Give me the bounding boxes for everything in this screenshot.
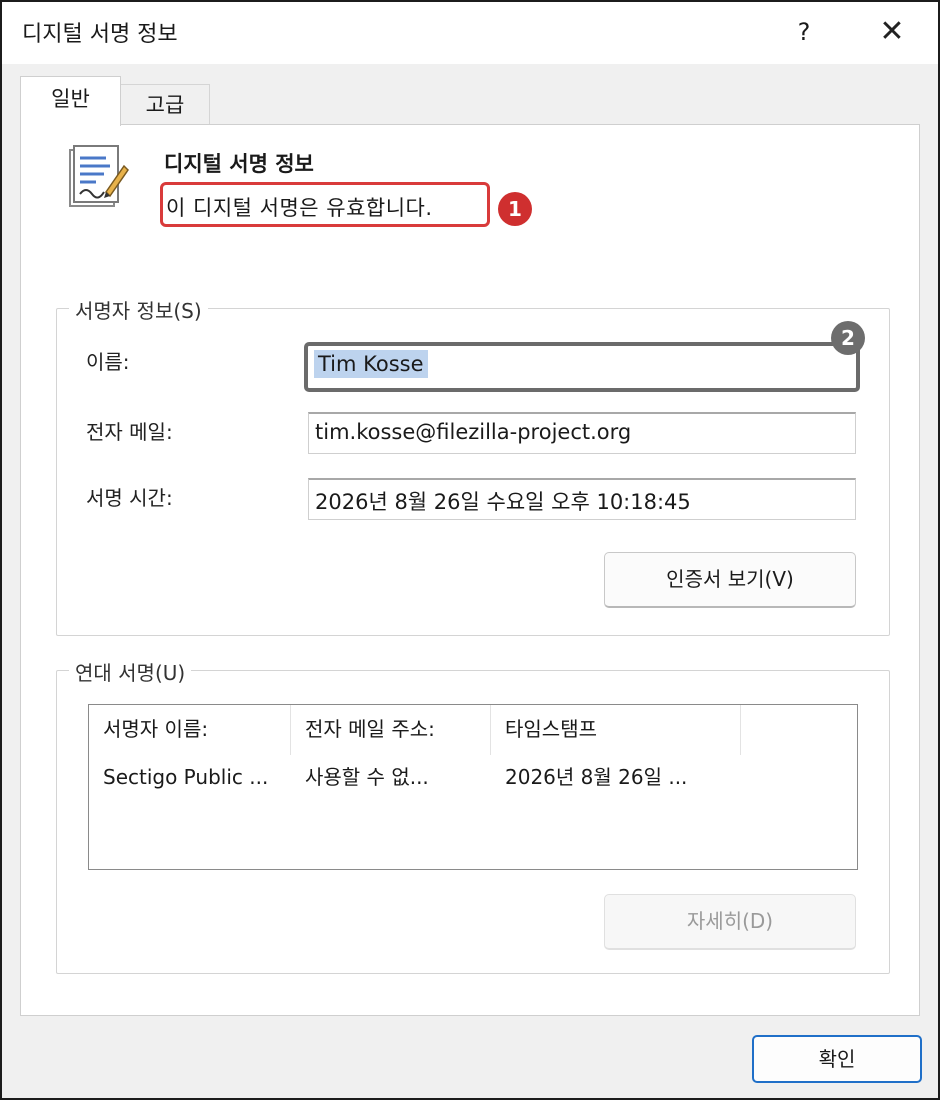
- help-button[interactable]: ?: [784, 10, 824, 54]
- list-header: 서명자 이름: 전자 메일 주소: 타임스탬프: [89, 705, 857, 755]
- close-button[interactable]: ✕: [868, 10, 916, 54]
- window-title: 디지털 서명 정보: [22, 22, 178, 47]
- title-bar: 디지털 서명 정보 ? ✕: [2, 2, 938, 64]
- cell-timestamp: 2026년 8월 26일 ...: [505, 765, 688, 789]
- annotation-badge-1: 1: [498, 192, 532, 226]
- column-header-signer-name[interactable]: 서명자 이름:: [89, 705, 291, 755]
- tab-general[interactable]: 일반: [20, 76, 121, 126]
- signing-time-label: 서명 시간:: [86, 486, 173, 510]
- name-label: 이름:: [86, 350, 130, 374]
- tab-advanced[interactable]: 고급: [120, 84, 210, 124]
- cell-email: 사용할 수 없...: [305, 765, 429, 789]
- status-highlight-box: [160, 182, 490, 227]
- countersignature-list[interactable]: 서명자 이름: 전자 메일 주소: 타임스탬프 Sectigo Public .…: [88, 704, 858, 870]
- email-field[interactable]: tim.kosse@filezilla-project.org: [308, 412, 856, 454]
- list-item[interactable]: Sectigo Public ... 사용할 수 없... 2026년 8월 2…: [89, 757, 857, 797]
- signer-info-legend: 서명자 정보(S): [69, 295, 208, 324]
- name-value: Tim Kosse: [314, 350, 428, 378]
- details-button[interactable]: 자세히(D): [604, 894, 856, 950]
- cell-signer-name: Sectigo Public ...: [103, 765, 269, 789]
- annotation-badge-2: 2: [831, 321, 865, 355]
- countersignatures-legend: 연대 서명(U): [69, 657, 192, 686]
- signed-document-icon: [69, 145, 129, 207]
- ok-button[interactable]: 확인: [752, 1035, 922, 1083]
- signing-time-field[interactable]: 2026년 8월 26일 수요일 오후 10:18:45: [308, 478, 856, 520]
- column-header-email[interactable]: 전자 메일 주소:: [291, 705, 491, 755]
- name-field[interactable]: Tim Kosse: [304, 342, 860, 392]
- header-title: 디지털 서명 정보: [164, 152, 314, 176]
- column-header-timestamp[interactable]: 타임스탬프: [491, 705, 741, 755]
- close-icon: ✕: [879, 14, 905, 49]
- view-certificate-button[interactable]: 인증서 보기(V): [604, 552, 856, 608]
- email-label: 전자 메일:: [86, 420, 173, 444]
